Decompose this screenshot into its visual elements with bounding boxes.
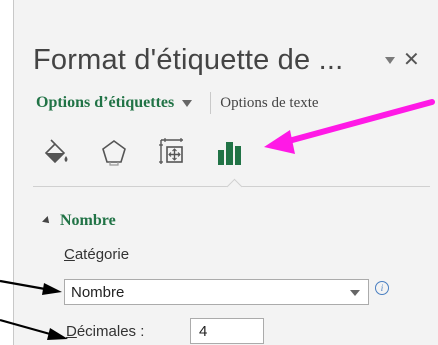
decimals-label: Décimales : — [66, 323, 144, 340]
category-label: Catégorie — [64, 246, 129, 263]
category-icons — [38, 134, 248, 170]
chevron-down-icon[interactable] — [350, 290, 360, 296]
pane-title: Format d'étiquette de ... — [33, 44, 344, 76]
decimals-label-accel: D — [66, 323, 77, 340]
section-header-nombre[interactable]: Nombre — [42, 212, 116, 230]
label-options-icon[interactable] — [212, 134, 248, 170]
tab-dropdown-icon[interactable] — [182, 99, 193, 107]
category-label-accel: C — [64, 246, 75, 263]
decimals-label-rest: écimales : — [76, 323, 145, 340]
pane-controls: ✕ — [385, 50, 420, 70]
size-properties-icon[interactable] — [154, 134, 190, 170]
effects-icon[interactable] — [96, 134, 132, 170]
category-select-value: Nombre — [71, 284, 125, 301]
tab-label-options[interactable]: Options d’étiquettes — [36, 94, 174, 112]
tab-text-options[interactable]: Options de texte — [220, 95, 318, 112]
decimals-input[interactable]: 4 — [190, 318, 264, 344]
category-label-rest: atégorie — [74, 246, 130, 263]
chevron-down-icon[interactable] — [385, 56, 395, 64]
section-title: Nombre — [60, 212, 116, 229]
info-icon[interactable]: i — [375, 281, 389, 295]
options-tabs: Options d’étiquettes Options de texte — [36, 92, 319, 114]
close-icon[interactable]: ✕ — [403, 50, 420, 70]
category-select[interactable]: Nombre — [64, 279, 369, 305]
fill-line-icon[interactable] — [38, 134, 74, 170]
tab-separator — [210, 92, 212, 114]
collapse-arrow-icon[interactable] — [42, 216, 52, 226]
